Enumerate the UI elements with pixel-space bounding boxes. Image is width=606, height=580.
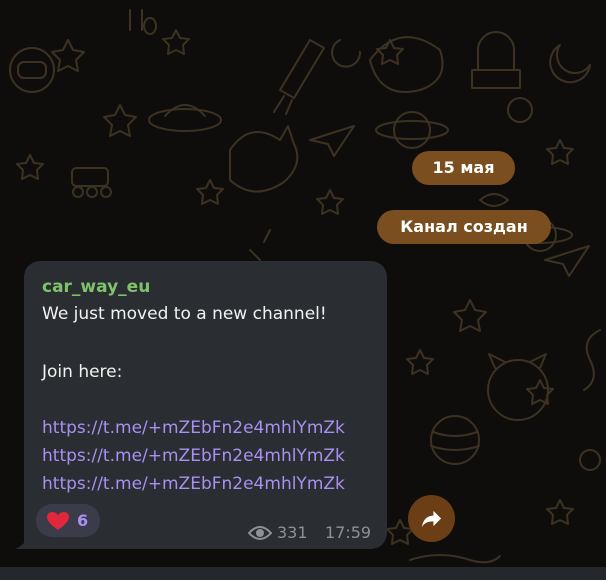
message-text-line: Join here: [42,362,123,382]
view-count: 331 [277,523,308,542]
message-link[interactable]: https://t.me/+mZEbFn2e4mhlYmZk [42,418,345,438]
bottom-bar [0,567,606,580]
message-bubble[interactable]: car_way_eu We just moved to a new channe… [24,261,387,549]
share-button[interactable] [408,495,455,542]
message-link[interactable]: https://t.me/+mZEbFn2e4mhlYmZk [42,474,345,494]
heart-icon [47,512,69,530]
reaction-heart[interactable]: 6 [36,504,100,537]
message-time: 17:59 [325,523,372,542]
eye-icon [248,526,272,540]
bubble-tail [15,535,29,549]
message-text-line: We just moved to a new channel! [42,304,327,324]
message-link[interactable]: https://t.me/+mZEbFn2e4mhlYmZk [42,446,345,466]
message-sender[interactable]: car_way_eu [42,277,150,297]
service-message-channel-created: Канал создан [377,210,551,244]
reaction-count: 6 [77,511,89,530]
share-icon [421,510,442,528]
date-pill: 15 мая [412,151,515,185]
